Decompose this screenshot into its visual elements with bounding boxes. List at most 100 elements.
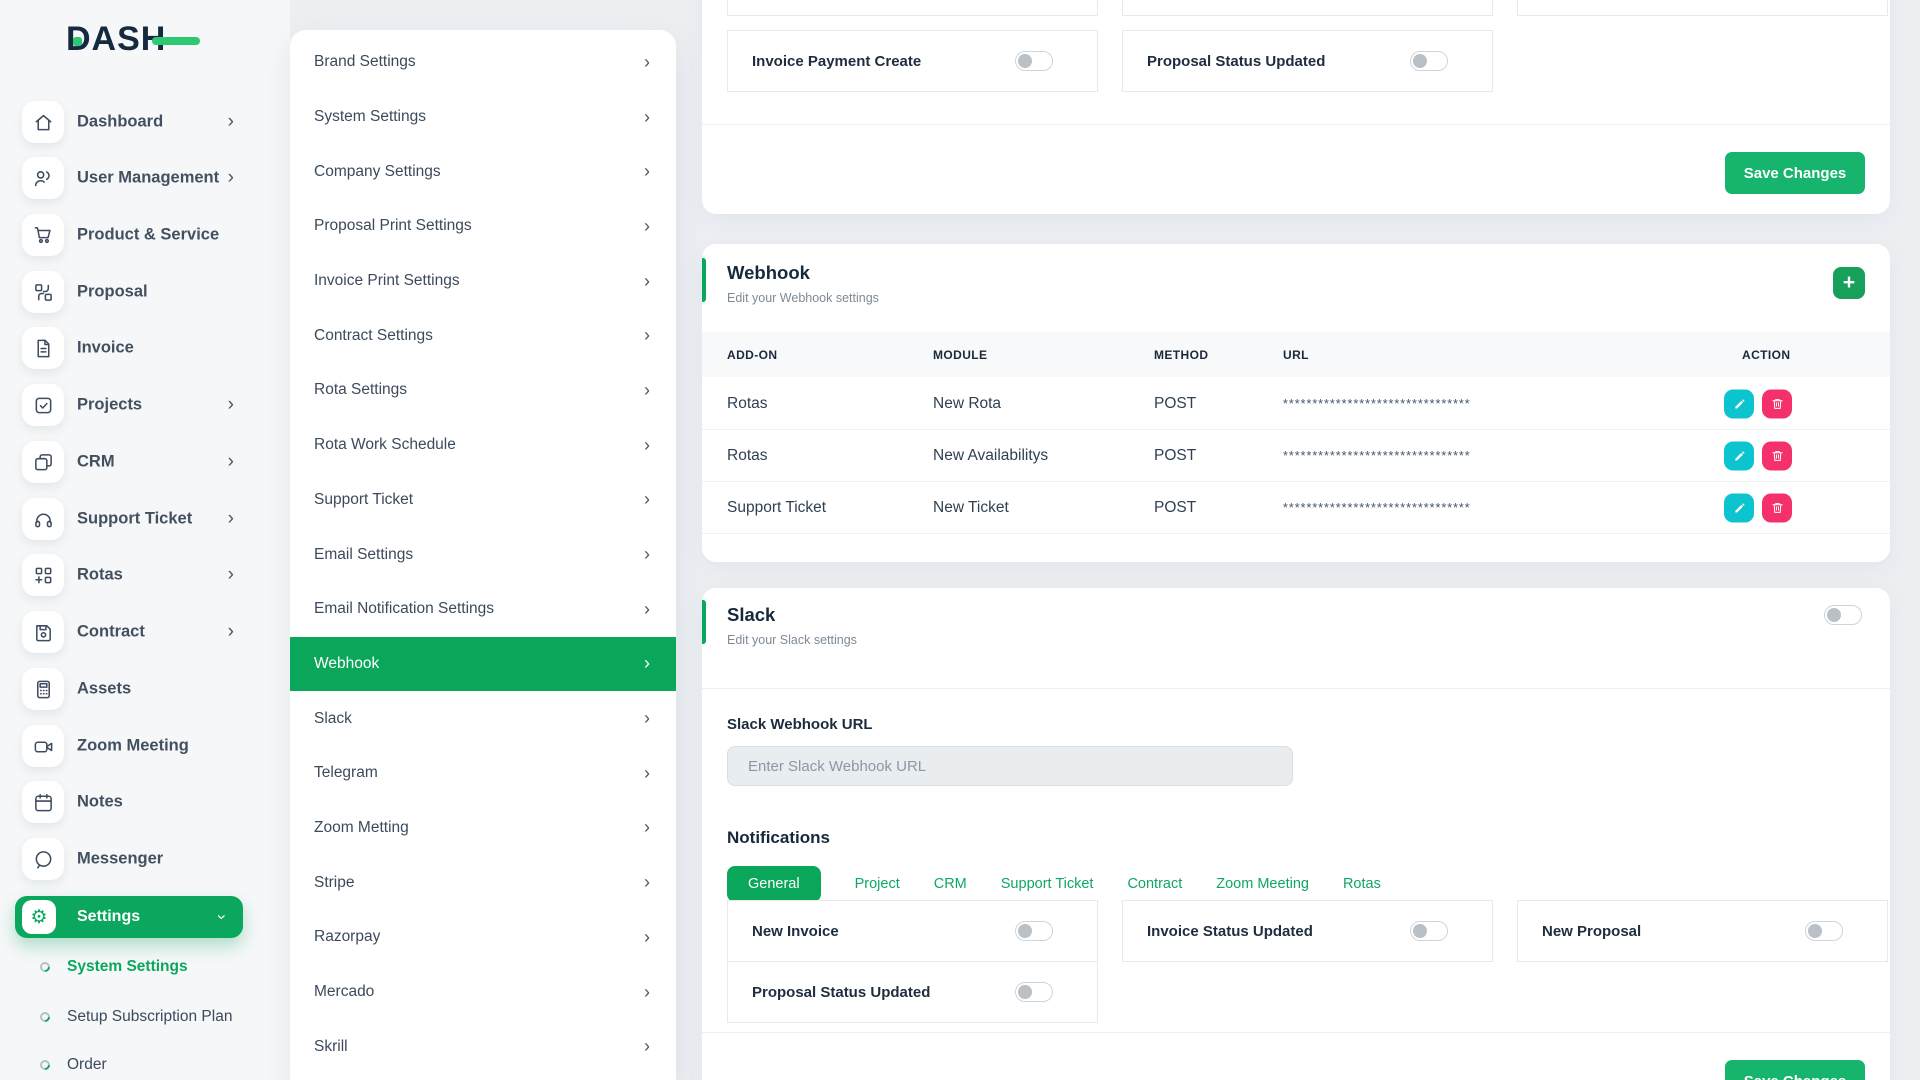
menu-item-label: Proposal Print Settings bbox=[314, 217, 472, 235]
toggle-card-new-proposal: New Proposal bbox=[1517, 900, 1888, 962]
sidebar-item-crm[interactable]: CRM › bbox=[0, 441, 290, 483]
sidebar-item-label: Contract bbox=[77, 623, 145, 642]
sidebar-item-rotas[interactable]: Rotas › bbox=[0, 554, 290, 596]
chevron-down-icon: › bbox=[212, 914, 232, 920]
add-webhook-button[interactable]: + bbox=[1833, 267, 1865, 299]
column-header-url: URL bbox=[1283, 348, 1309, 362]
settings-menu-contract-settings[interactable]: Contract Settings› bbox=[290, 308, 676, 363]
delete-webhook-button[interactable] bbox=[1762, 493, 1792, 522]
settings-menu-telegram[interactable]: Telegram› bbox=[290, 746, 676, 801]
sidebar-item-label: Projects bbox=[77, 396, 142, 415]
settings-menu-invoice-print-settings[interactable]: Invoice Print Settings› bbox=[290, 254, 676, 309]
sidebar-item-assets[interactable]: Assets bbox=[0, 668, 290, 710]
settings-menu-stripe[interactable]: Stripe› bbox=[290, 855, 676, 910]
invoice-status-updated-toggle[interactable] bbox=[1410, 921, 1448, 941]
sidebar-item-user-management[interactable]: User Management › bbox=[0, 157, 290, 199]
tab-rotas[interactable]: Rotas bbox=[1343, 876, 1381, 892]
chevron-right-icon: › bbox=[228, 394, 234, 416]
settings-menu-system-settings[interactable]: System Settings› bbox=[290, 90, 676, 145]
toggle-card-proposal-status-updated: Proposal Status Updated bbox=[1122, 30, 1493, 92]
cell-url-masked: ******************************** bbox=[1283, 397, 1471, 411]
sidebar-item-dashboard[interactable]: Dashboard › bbox=[0, 101, 290, 143]
tab-general[interactable]: General bbox=[727, 866, 821, 902]
sidebar-item-product-service[interactable]: Product & Service bbox=[0, 214, 290, 256]
tab-crm[interactable]: CRM bbox=[934, 876, 967, 892]
pencil-icon bbox=[1733, 397, 1746, 410]
pencil-icon bbox=[1733, 501, 1746, 514]
sidebar-item-invoice[interactable]: Invoice bbox=[0, 327, 290, 369]
tab-contract[interactable]: Contract bbox=[1127, 876, 1182, 892]
settings-menu-rota-work-schedule[interactable]: Rota Work Schedule › bbox=[290, 418, 676, 473]
edit-webhook-button[interactable] bbox=[1724, 493, 1754, 522]
chevron-right-icon: › bbox=[644, 435, 650, 456]
new-proposal-toggle[interactable] bbox=[1805, 921, 1843, 941]
sidebar-item-contract[interactable]: Contract › bbox=[0, 611, 290, 653]
sidebar-item-projects[interactable]: Projects › bbox=[0, 384, 290, 426]
cutoff-card bbox=[1122, 0, 1493, 16]
edit-webhook-button[interactable] bbox=[1724, 389, 1754, 418]
settings-menu-webhook[interactable]: Webhook› bbox=[290, 637, 676, 692]
document-icon bbox=[22, 327, 64, 369]
settings-menu-skrill[interactable]: Skrill› bbox=[290, 1019, 676, 1074]
sidebar-subitem-order[interactable]: Order bbox=[0, 1053, 290, 1077]
column-header-method: METHOD bbox=[1154, 348, 1208, 362]
delete-webhook-button[interactable] bbox=[1762, 441, 1792, 470]
invoice-payment-create-toggle[interactable] bbox=[1015, 51, 1053, 71]
settings-menu-company-settings[interactable]: Company Settings› bbox=[290, 144, 676, 199]
sidebar-item-settings[interactable]: ⚙ Settings › bbox=[15, 896, 243, 938]
brand-logo[interactable]: DASH bbox=[66, 20, 166, 62]
sidebar-item-support-ticket[interactable]: Support Ticket › bbox=[0, 498, 290, 540]
sidebar-item-label: Product & Service bbox=[77, 226, 219, 245]
slack-enable-toggle[interactable] bbox=[1824, 605, 1862, 625]
divider bbox=[702, 124, 1890, 125]
chevron-right-icon: › bbox=[644, 817, 650, 838]
settings-menu-email-settings[interactable]: Email Settings› bbox=[290, 527, 676, 582]
video-camera-icon bbox=[22, 725, 64, 767]
settings-menu-mercado[interactable]: Mercado› bbox=[290, 965, 676, 1020]
chevron-right-icon: › bbox=[644, 982, 650, 1003]
chevron-right-icon: › bbox=[228, 451, 234, 473]
settings-menu-proposal-print-settings[interactable]: Proposal Print Settings› bbox=[290, 199, 676, 254]
sidebar-item-label: Messenger bbox=[77, 850, 163, 869]
sidebar-item-label: Notes bbox=[77, 793, 123, 812]
sidebar-item-notes[interactable]: Notes bbox=[0, 781, 290, 823]
menu-item-label: Slack bbox=[314, 710, 352, 728]
sidebar-item-messenger[interactable]: Messenger bbox=[0, 838, 290, 880]
settings-menu-brand-settings[interactable]: Brand Settings› bbox=[290, 35, 676, 90]
new-invoice-toggle[interactable] bbox=[1015, 921, 1053, 941]
save-changes-button[interactable]: Save Changes bbox=[1725, 152, 1865, 194]
menu-item-label: Rota Work Schedule bbox=[314, 436, 456, 454]
sidebar-item-proposal[interactable]: Proposal bbox=[0, 271, 290, 313]
webhook-subtitle: Edit your Webhook settings bbox=[727, 291, 879, 305]
sidebar-subitem-setup-subscription-plan[interactable]: Setup Subscription Plan bbox=[0, 1005, 290, 1029]
tab-support-ticket[interactable]: Support Ticket bbox=[1001, 876, 1094, 892]
edit-webhook-button[interactable] bbox=[1724, 441, 1754, 470]
settings-menu-razorpay[interactable]: Razorpay› bbox=[290, 910, 676, 965]
settings-menu-support-ticket[interactable]: Support Ticket› bbox=[290, 473, 676, 528]
proposal-status-updated-toggle[interactable] bbox=[1410, 51, 1448, 71]
sidebar-subitem-system-settings[interactable]: System Settings bbox=[0, 955, 290, 979]
settings-menu-slack[interactable]: Slack› bbox=[290, 691, 676, 746]
webhook-panel: Webhook Edit your Webhook settings + ADD… bbox=[702, 244, 1890, 562]
subitem-label: System Settings bbox=[67, 958, 188, 976]
chevron-right-icon: › bbox=[644, 271, 650, 292]
sidebar-item-zoom-meeting[interactable]: Zoom Meeting bbox=[0, 725, 290, 767]
cell-method: POST bbox=[1154, 499, 1196, 517]
settings-menu-email-notification-settings[interactable]: Email Notification Settings› bbox=[290, 582, 676, 637]
chevron-right-icon: › bbox=[644, 1036, 650, 1057]
trash-icon bbox=[1771, 501, 1784, 514]
delete-webhook-button[interactable] bbox=[1762, 389, 1792, 418]
tab-zoom-meeting[interactable]: Zoom Meeting bbox=[1216, 876, 1309, 892]
settings-menu-zoom-metting[interactable]: Zoom Metting› bbox=[290, 801, 676, 856]
proposal-status-updated-slack-toggle[interactable] bbox=[1015, 982, 1053, 1002]
save-changes-button-slack[interactable]: Save Changes bbox=[1725, 1060, 1865, 1080]
chevron-right-icon: › bbox=[644, 489, 650, 510]
cell-method: POST bbox=[1154, 447, 1196, 465]
settings-menu-rota-settings[interactable]: Rota Settings› bbox=[290, 363, 676, 418]
crm-windows-icon bbox=[22, 441, 64, 483]
chevron-right-icon: › bbox=[228, 111, 234, 133]
toggle-card-label: Invoice Status Updated bbox=[1147, 923, 1313, 940]
cell-addon: Rotas bbox=[727, 447, 768, 465]
tab-project[interactable]: Project bbox=[855, 876, 900, 892]
slack-webhook-url-input[interactable] bbox=[727, 746, 1293, 786]
